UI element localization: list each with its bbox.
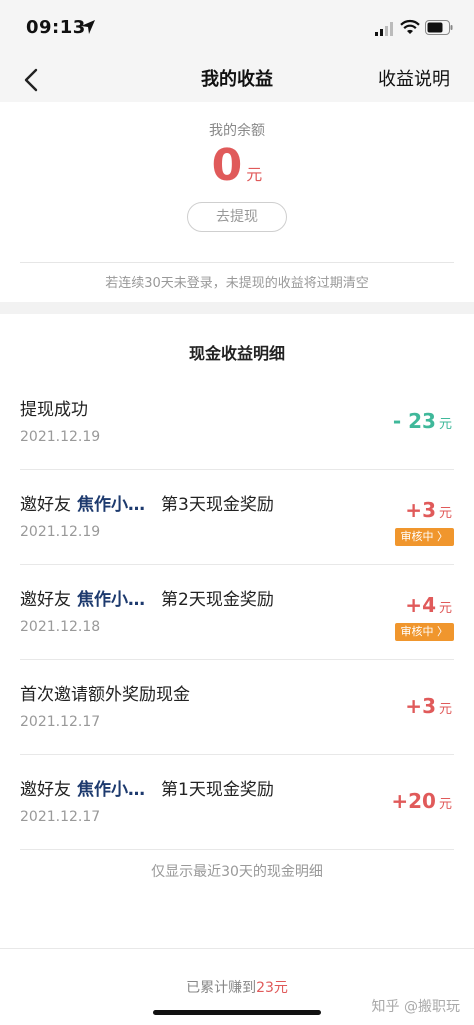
earnings-list: 提现成功 2021.12.19 - 23 元 邀好友 焦作小… 第3天现金奖励 202… (20, 375, 454, 850)
balance-value: 0元 (0, 140, 474, 191)
amount-value: 20 (408, 789, 436, 813)
amount-sign: - (392, 409, 402, 433)
earnings-explanation-link[interactable]: 收益说明 (378, 65, 450, 91)
cellular-signal-icon (375, 22, 393, 36)
footer-note: 仅显示最近30天的现金明细 (151, 864, 323, 880)
amount-unit: 元 (438, 797, 452, 812)
row-title: 邀好友 焦作小… 第2天现金奖励 (20, 585, 274, 610)
amount-value: 4 (422, 593, 436, 617)
balance-amount: 0 (211, 140, 243, 191)
earnings-row[interactable]: 邀好友 焦作小… 第2天现金奖励 2021.12.18 +4 元 审核中 〉 (20, 565, 454, 660)
row-title-suffix: 第3天现金奖励 (161, 495, 274, 515)
row-amount: +3 元 (405, 498, 452, 522)
watermark: 知乎 @搬职玩 (371, 999, 460, 1015)
row-title-prefix: 邀好友 (20, 780, 71, 800)
balance-unit: 元 (246, 165, 263, 184)
nav-bar: 我的收益 收益说明 (0, 58, 474, 102)
row-date: 2021.12.17 (20, 714, 101, 730)
amount-value: 3 (422, 694, 436, 718)
row-title-text: 首次邀请额外奖励现金 (20, 685, 190, 705)
home-indicator (153, 1010, 321, 1015)
row-amount: - 23 元 (393, 409, 452, 433)
row-amount: +3 元 (405, 694, 452, 718)
row-amount: +20 元 (391, 789, 452, 813)
row-amount: +4 元 (405, 593, 452, 617)
row-title: 提现成功 (20, 395, 88, 420)
row-title-prefix: 邀好友 (20, 590, 71, 610)
under-review-badge[interactable]: 审核中 〉 (394, 528, 454, 546)
amount-sign: + (405, 498, 423, 522)
amount-unit: 元 (438, 702, 452, 717)
battery-icon (425, 20, 453, 35)
divider (20, 262, 454, 263)
amount-unit: 元 (438, 417, 452, 432)
row-title-text: 提现成功 (20, 400, 88, 420)
friend-name: 焦作小… (77, 780, 145, 800)
under-review-badge[interactable]: 审核中 〉 (394, 623, 454, 641)
total-earned-amount: 23元 (256, 980, 288, 996)
earnings-row[interactable]: 邀好友 焦作小… 第3天现金奖励 2021.12.19 +3 元 审核中 〉 (20, 470, 454, 565)
row-title-suffix: 第1天现金奖励 (161, 780, 274, 800)
status-bar: 09:13 (0, 0, 474, 58)
status-time: 09:13 (26, 17, 86, 38)
balance-label: 我的余额 (209, 123, 265, 139)
withdraw-button[interactable]: 去提现 (187, 202, 287, 232)
expiry-notice: 若连续30天未登录，未提现的收益将过期清空 (105, 276, 369, 291)
divider (0, 948, 474, 949)
earnings-row[interactable]: 邀好友 焦作小… 第1天现金奖励 2021.12.17 +20 元 (20, 755, 454, 850)
row-title: 邀好友 焦作小… 第3天现金奖励 (20, 490, 274, 515)
friend-name: 焦作小… (77, 590, 145, 610)
location-arrow-icon (81, 20, 95, 34)
row-date: 2021.12.19 (20, 524, 101, 540)
row-date: 2021.12.19 (20, 429, 101, 445)
row-title-prefix: 邀好友 (20, 495, 71, 515)
friend-name: 焦作小… (77, 495, 145, 515)
earnings-row[interactable]: 提现成功 2021.12.19 - 23 元 (20, 375, 454, 470)
amount-unit: 元 (438, 601, 452, 616)
amount-value: 23 (408, 409, 436, 433)
amount-value: 3 (422, 498, 436, 522)
amount-sign: + (405, 593, 423, 617)
section-divider (0, 302, 474, 314)
section-title: 现金收益明细 (188, 344, 285, 363)
row-title: 邀好友 焦作小… 第1天现金奖励 (20, 775, 274, 800)
row-title: 首次邀请额外奖励现金 (20, 680, 190, 705)
amount-sign: + (405, 694, 423, 718)
amount-unit: 元 (438, 506, 452, 521)
total-earned: 已累计赚到23元 (0, 977, 474, 997)
amount-sign: + (391, 789, 409, 813)
earnings-row[interactable]: 首次邀请额外奖励现金 2021.12.17 +3 元 (20, 660, 454, 755)
row-date: 2021.12.18 (20, 619, 101, 635)
total-earned-label: 已累计赚到 (186, 980, 257, 996)
row-title-suffix: 第2天现金奖励 (161, 590, 274, 610)
row-date: 2021.12.17 (20, 809, 101, 825)
wifi-icon (400, 19, 420, 34)
